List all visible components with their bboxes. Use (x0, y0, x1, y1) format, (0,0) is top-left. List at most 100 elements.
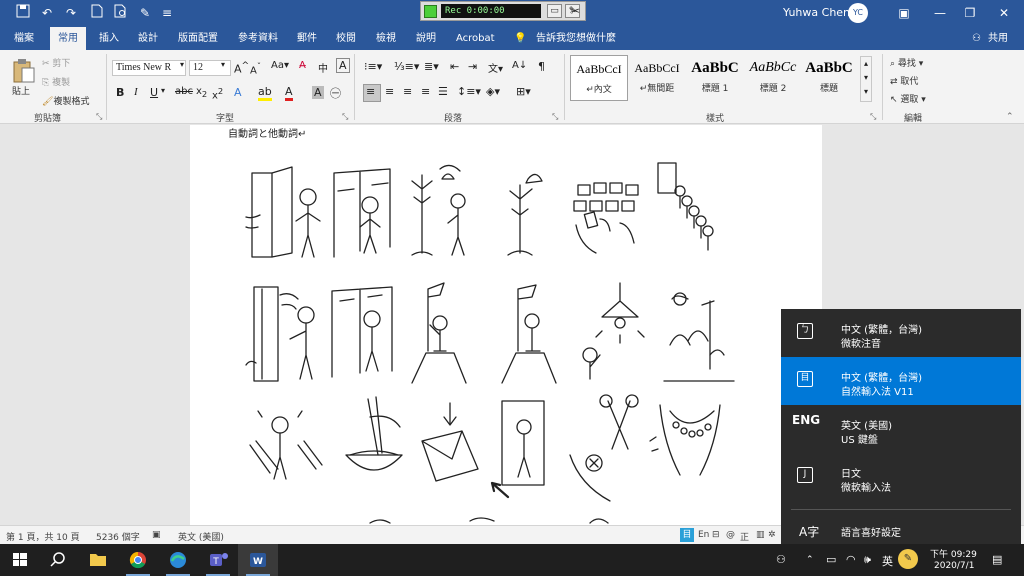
copy-button[interactable]: ⎘ 複製 (42, 75, 70, 88)
file-explorer-icon[interactable] (78, 544, 118, 576)
style-heading-2[interactable]: AaBbCc 標題 2 (744, 55, 802, 101)
language-item-us-keyboard[interactable]: ENG 英文 (美國) US 鍵盤 (781, 405, 1021, 453)
close-button[interactable]: ✕ (986, 0, 1022, 27)
distributed-button[interactable]: ☰ (438, 85, 448, 98)
justify-button[interactable]: ≡ (421, 85, 430, 98)
undo-icon[interactable]: ↶ (38, 4, 56, 22)
underline-button[interactable]: U (150, 86, 158, 99)
battery-icon[interactable]: ▭ (826, 553, 836, 566)
scissors-icon[interactable]: ✂ (570, 4, 580, 18)
bold-button[interactable]: B (116, 86, 124, 99)
chevron-down-icon[interactable]: ▾ (161, 86, 165, 95)
align-left-button[interactable]: ≡ (366, 85, 375, 98)
clock-date[interactable]: 2020/7/1 (934, 561, 974, 571)
text-effects-icon[interactable]: A (234, 86, 242, 99)
tab-insert[interactable]: 插入 (99, 27, 119, 50)
tab-file[interactable]: 檔案 (14, 27, 34, 50)
collapse-ribbon-icon[interactable]: ⌃ (1006, 112, 1014, 122)
subscript-button[interactable]: x2 (196, 86, 207, 99)
character-shading-icon[interactable]: A (312, 86, 324, 99)
layout-icon[interactable]: ⊟ (712, 530, 720, 540)
edge-icon[interactable] (158, 544, 198, 576)
language-item-japanese-ime[interactable]: J 日文 微軟輸入法 (781, 453, 1021, 501)
correct-icon[interactable]: 正 (740, 530, 749, 543)
wifi-icon[interactable]: ◠ (846, 553, 856, 566)
font-name-field[interactable]: Times New R (112, 60, 186, 76)
touch-mode-icon[interactable]: ✎ (136, 4, 154, 22)
share-button[interactable]: 共用 (988, 27, 1008, 50)
sort-icon[interactable]: A↓ (512, 60, 527, 71)
tab-design[interactable]: 設計 (138, 27, 158, 50)
align-right-button[interactable]: ≡ (403, 85, 412, 98)
dialog-launcher-icon[interactable]: ⤡ (96, 112, 102, 122)
chinese-layout-icon[interactable]: 文▾ (488, 60, 503, 75)
show-formatting-marks-icon[interactable]: ¶ (538, 60, 545, 73)
cut-button[interactable]: ✂ 剪下 (42, 56, 70, 69)
page-count[interactable]: 第 1 頁，共 10 頁 (6, 530, 80, 543)
ime-mode-icon[interactable]: 目 (680, 528, 694, 542)
volume-icon[interactable]: 🕪 (864, 553, 871, 567)
chevron-down-icon[interactable]: ▾ (221, 60, 225, 69)
dialog-launcher-icon[interactable]: ⤡ (870, 112, 876, 122)
numbering-icon[interactable]: ⅓≡▾ (394, 60, 419, 73)
align-center-button[interactable]: ≡ (385, 85, 394, 98)
ribbon-display-options-icon[interactable]: ▣ (886, 0, 922, 27)
format-painter-button[interactable]: 🖌複製格式 (42, 94, 89, 107)
paste-icon[interactable] (12, 58, 36, 87)
natural-ime-pencil-icon[interactable]: ✎ (898, 549, 918, 569)
tab-mailings[interactable]: 郵件 (297, 27, 317, 50)
notification-icon[interactable]: ▤ (992, 553, 1002, 566)
maximize-button[interactable]: ❐ (952, 0, 988, 27)
multilevel-list-icon[interactable]: ≣▾ (424, 60, 439, 73)
document-language[interactable]: 英文 (美國) (178, 530, 224, 543)
ime-indicator[interactable]: 英 (882, 553, 893, 569)
change-case-icon[interactable]: Aa▾ (271, 60, 289, 71)
shrink-font-icon[interactable]: Aˇ (250, 61, 261, 76)
increase-indent-icon[interactable]: ⇥ (468, 60, 477, 73)
tab-home[interactable]: 常用 (50, 27, 86, 50)
proofing-icon[interactable]: ▣ (152, 530, 161, 540)
start-button[interactable] (0, 544, 40, 576)
clear-formatting-icon[interactable]: A̶ (299, 60, 306, 71)
search-icon[interactable] (40, 544, 80, 576)
character-border-icon[interactable]: A (336, 58, 350, 73)
tell-me-search[interactable]: 告訴我您想做什麼 (536, 27, 616, 50)
share-icon[interactable]: ⚇ (972, 27, 981, 50)
tab-help[interactable]: 說明 (416, 27, 436, 50)
folder-icon[interactable]: ▭ (547, 4, 562, 18)
italic-button[interactable]: I (134, 86, 138, 98)
enclose-characters-icon[interactable]: ㊀ (330, 85, 341, 101)
tab-acrobat[interactable]: Acrobat (456, 27, 495, 50)
tab-layout[interactable]: 版面配置 (178, 27, 218, 50)
styles-gallery-scroll[interactable]: ▴ ▾ ▾ (860, 56, 872, 102)
highlight-icon[interactable]: ab (258, 85, 272, 101)
paste-button[interactable]: 貼上 (12, 84, 30, 97)
replace-button[interactable]: ⇄ 取代 (890, 74, 918, 87)
tab-review[interactable]: 校閱 (336, 27, 356, 50)
font-color-icon[interactable]: A (285, 85, 293, 101)
chevron-up-icon[interactable]: ⌃ (806, 555, 814, 565)
document-page[interactable]: 自動詞と他動詞↵ (190, 125, 822, 525)
redo-icon[interactable]: ↷ (62, 4, 80, 22)
phonetic-guide-icon[interactable]: 中 (318, 60, 328, 75)
grow-font-icon[interactable]: A^ (234, 60, 249, 76)
strikethrough-button[interactable]: abc (175, 86, 193, 97)
chevron-down-icon[interactable]: ▾ (180, 60, 184, 69)
clock-time[interactable]: 下午 09:29 (930, 547, 977, 560)
save-icon[interactable] (14, 4, 32, 22)
chrome-icon[interactable] (118, 544, 158, 576)
print-preview-icon[interactable] (112, 4, 130, 22)
language-preferences-link[interactable]: 語言喜好設定 (841, 524, 901, 539)
language-item-natural-ime[interactable]: 目 中文 (繁體，台灣) 自然輸入法 V11 (781, 357, 1021, 405)
people-icon[interactable]: ⚇ (776, 553, 786, 566)
word-icon[interactable]: W (238, 544, 278, 576)
read-mode-icon[interactable]: ▥ (756, 530, 765, 540)
avatar[interactable]: YC (848, 3, 868, 23)
english-mode-icon[interactable]: En (698, 530, 709, 540)
line-spacing-icon[interactable]: ↕≡▾ (457, 85, 481, 98)
superscript-button[interactable]: x2 (212, 86, 223, 101)
teams-icon[interactable]: T (198, 544, 238, 576)
decrease-indent-icon[interactable]: ⇤ (450, 60, 459, 73)
style-normal[interactable]: AaBbCcI ↵內文 (570, 55, 628, 101)
tab-references[interactable]: 參考資料 (238, 27, 278, 50)
